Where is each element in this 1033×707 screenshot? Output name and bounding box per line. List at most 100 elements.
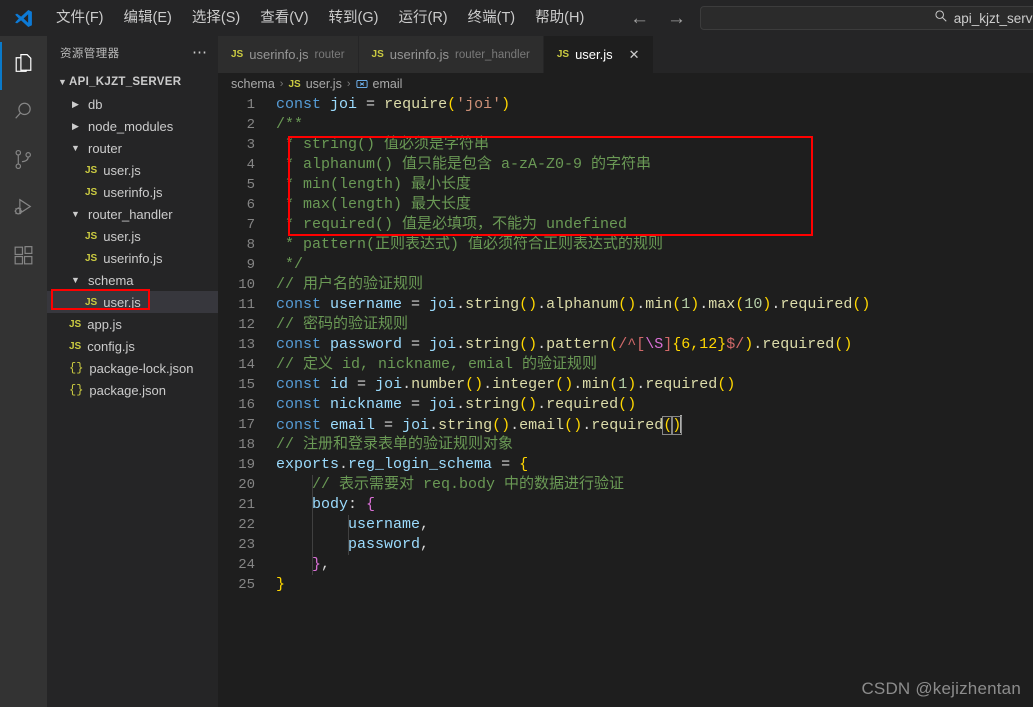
close-icon[interactable]: ✕ (629, 48, 640, 61)
menu-run[interactable]: 运行(R) (388, 5, 457, 31)
menu-select[interactable]: 选择(S) (182, 5, 250, 31)
js-file-icon: JS (85, 230, 98, 242)
js-file-icon: JS (85, 186, 98, 198)
code-line: 14 // 定义 id, nickname, emial 的验证规则 (218, 355, 1033, 375)
code-token: const (276, 336, 322, 353)
tree-item-config-js[interactable]: JS config.js (47, 335, 218, 357)
code-token: nickname (330, 396, 403, 413)
code-token: 1 (681, 296, 691, 313)
code-token: ) (501, 96, 511, 113)
tab-userinfo-js-router-handler[interactable]: JS userinfo.js router_handler (358, 36, 544, 73)
tree-item-db[interactable]: ▶ db (47, 93, 218, 115)
symbol-variable-icon (355, 78, 368, 90)
indent-guide (348, 535, 350, 555)
line-content: exports.reg_login_schema = { (276, 455, 528, 475)
breadcrumb-item-schema[interactable]: schema (231, 77, 275, 91)
tree-item-package-lock-json[interactable]: {} package-lock.json (47, 357, 218, 379)
tree-item-router-userinfo-js[interactable]: JS userinfo.js (47, 181, 218, 203)
code-token: id (330, 376, 349, 393)
code-token: email (330, 416, 376, 434)
code-token: required (762, 336, 835, 353)
code-token: . (582, 416, 592, 434)
ellipsis-icon[interactable]: ⋯ (192, 45, 208, 60)
code-token: ) (627, 376, 637, 393)
breadcrumb-separator: › (346, 78, 351, 90)
code-token: email (519, 416, 565, 434)
code-token: ) (627, 296, 637, 313)
code-token: const (276, 416, 322, 434)
tree-item-app-js[interactable]: JS app.js (47, 313, 218, 335)
activity-run-debug[interactable] (0, 186, 47, 234)
line-content: * pattern(正则表达式) 值必须符合正则表达式的规则 (276, 235, 663, 255)
tree-item-router-handler-user-js[interactable]: JS user.js (47, 225, 218, 247)
arrow-right-icon[interactable]: → (667, 9, 686, 28)
tree-item-node-modules[interactable]: ▶ node_modules (47, 115, 218, 137)
js-file-icon: JS (69, 340, 82, 352)
menu-edit[interactable]: 编辑(E) (114, 5, 182, 31)
code-token: . (537, 396, 547, 413)
indent-guide (312, 535, 314, 555)
tree-item-router[interactable]: ▼ router (47, 137, 218, 159)
tree-item-schema[interactable]: ▼ schema (47, 269, 218, 291)
code-token: * alphanum() 值只能是包含 a-zA-Z0-9 的字符串 (276, 156, 652, 173)
activity-search[interactable] (0, 90, 47, 138)
breadcrumb-separator: › (279, 78, 284, 90)
code-token: , (420, 536, 430, 553)
tree-item-package-json[interactable]: {} package.json (47, 379, 218, 401)
code-line: 20 // 表示需要对 req.body 中的数据进行验证 (218, 475, 1033, 495)
code-token: ( (662, 415, 674, 435)
activity-extensions[interactable] (0, 234, 47, 282)
menu-terminal[interactable]: 终端(T) (458, 5, 526, 31)
menu-help[interactable]: 帮助(H) (525, 5, 594, 31)
code-token: password (348, 536, 421, 553)
code-token: : (348, 496, 367, 513)
line-content: const nickname = joi.string().required() (276, 395, 636, 415)
code-line: 15 const id = joi.number().integer().min(… (218, 375, 1033, 395)
tree-item-label: node_modules (88, 118, 174, 134)
code-token: { (519, 456, 529, 473)
line-content: const email = joi.string().email().requi… (276, 414, 683, 436)
code-token: number (411, 376, 466, 393)
code-token: . (753, 336, 763, 353)
code-token: required (645, 376, 718, 393)
code-token: * required() 值是必填项，不能为 undefined (276, 216, 628, 233)
tree-root-api-kjzt-server[interactable]: ▼ API_KJZT_SERVER (47, 71, 218, 93)
tree-item-label: userinfo.js (103, 184, 163, 200)
tree-item-router-handler-userinfo-js[interactable]: JS userinfo.js (47, 247, 218, 269)
line-content: // 用户名的验证规则 (276, 275, 423, 295)
code-token: ( (519, 296, 529, 313)
menu-view[interactable]: 查看(V) (250, 5, 318, 31)
activity-explorer[interactable] (0, 42, 47, 90)
tab-label: userinfo.js (249, 47, 309, 62)
tab-user-js[interactable]: JS user.js ✕ (543, 36, 654, 73)
tree-item-label: schema (88, 272, 134, 288)
activity-source-control[interactable] (0, 138, 47, 186)
code-editor[interactable]: 1 const joi = require('joi') 2/** 3 * strin… (218, 95, 1033, 707)
arrow-left-icon[interactable]: ← (630, 9, 649, 28)
vscode-window: 文件(F) 编辑(E) 选择(S) 查看(V) 转到(G) 运行(R) 终端(T… (0, 0, 1033, 707)
code-line: 19 exports.reg_login_schema = { (218, 455, 1033, 475)
breadcrumb-item-user-js[interactable]: user.js (306, 77, 342, 91)
line-number: 4 (246, 157, 255, 173)
code-token: joi (402, 416, 430, 434)
watermark-text: CSDN @kejizhentan (861, 679, 1021, 698)
tree-item-router-handler[interactable]: ▼ router_handler (47, 203, 218, 225)
breadcrumb-item-email[interactable]: email (373, 77, 403, 91)
text-cursor (680, 414, 683, 433)
tab-userinfo-js-router[interactable]: JS userinfo.js router (218, 36, 359, 73)
breadcrumb: schema › JS user.js › email (218, 73, 1033, 95)
tree-item-schema-user-js[interactable]: JS user.js (47, 291, 218, 313)
json-file-icon: {} (69, 361, 84, 375)
line-content: * string() 值必须是字符串 (276, 135, 489, 155)
code-token: required (546, 396, 619, 413)
code-token: ( (618, 396, 628, 413)
menu-file[interactable]: 文件(F) (46, 5, 114, 31)
menu-go[interactable]: 转到(G) (319, 5, 389, 31)
code-token: ( (609, 376, 619, 393)
tree-item-router-user-js[interactable]: JS user.js (47, 159, 218, 181)
tree-root-label: API_KJZT_SERVER (69, 76, 182, 88)
code-token: ) (843, 336, 853, 353)
code-token: joi (429, 336, 457, 353)
code-token: const (276, 396, 322, 413)
command-center-search[interactable]: api_kjzt_serve (700, 6, 1033, 30)
